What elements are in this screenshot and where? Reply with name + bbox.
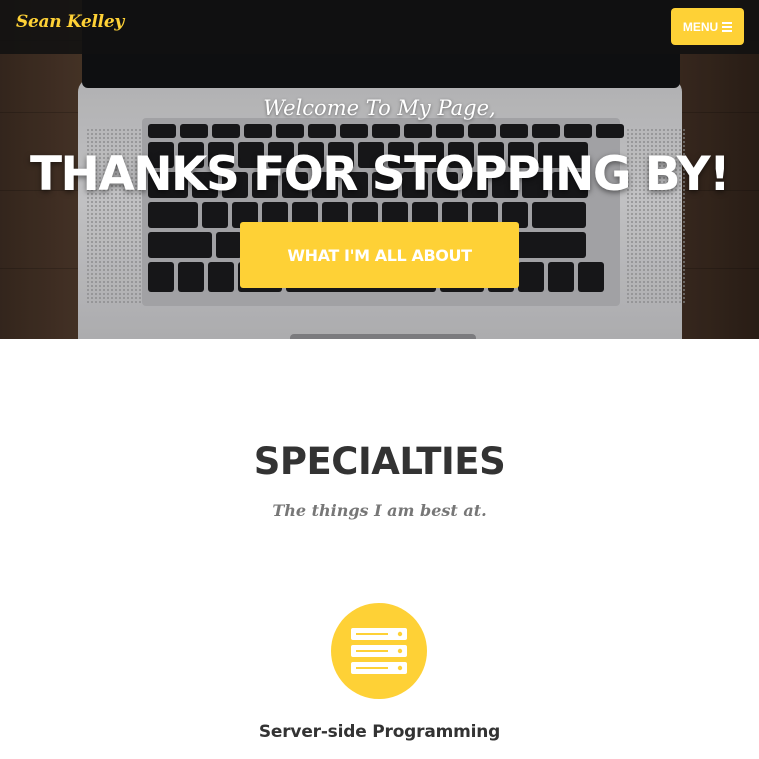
hero-heading: Thanks For Stopping By!: [29, 147, 731, 202]
bars-icon: [722, 21, 733, 32]
brand-logo[interactable]: Sean Kelley: [16, 12, 124, 32]
service-icon-circle: [331, 603, 427, 699]
about-cta-button[interactable]: What I'm All About: [240, 222, 519, 288]
service-title: Server-side Programming: [258, 722, 501, 742]
menu-label: MENU: [682, 19, 719, 34]
menu-button[interactable]: MENU: [671, 8, 744, 45]
hero-subheading: Welcome To My Page,: [263, 96, 496, 120]
section-subtitle: The things I am best at.: [272, 501, 487, 520]
section-title: Specialties: [253, 440, 506, 483]
server-icon: [351, 628, 407, 674]
navbar: Sean Kelley MENU: [0, 0, 759, 54]
